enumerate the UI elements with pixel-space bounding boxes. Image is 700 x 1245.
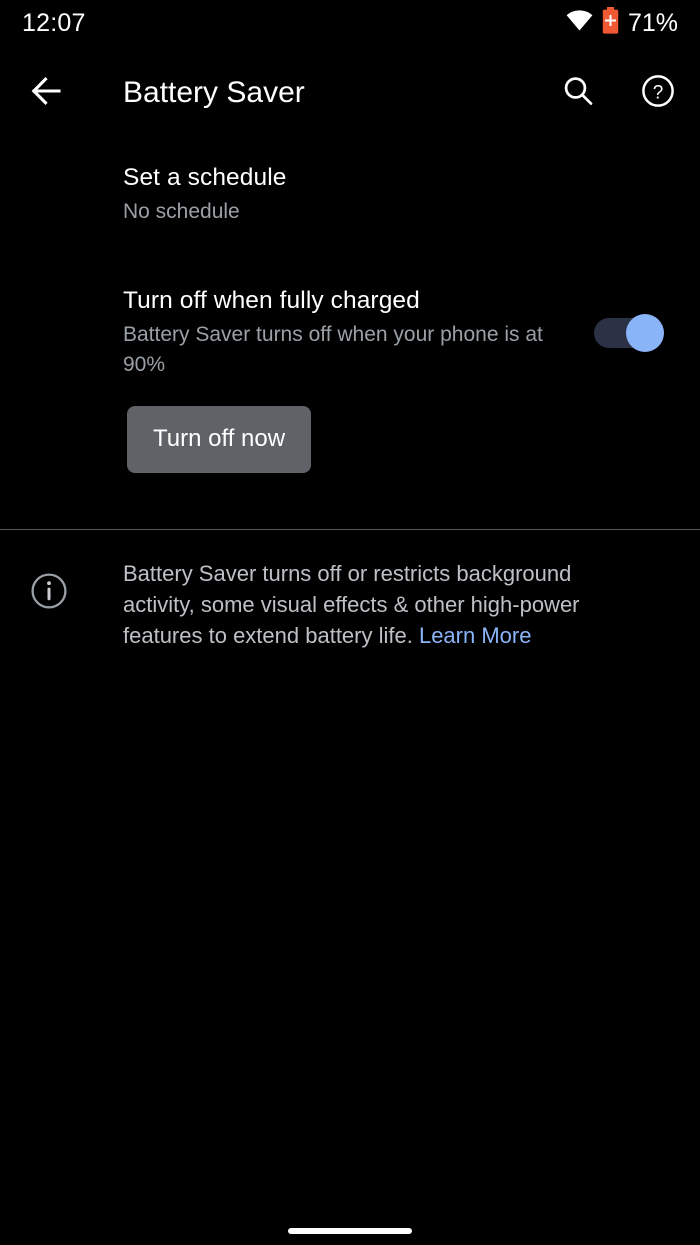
battery-saver-icon <box>602 7 619 39</box>
page-title: Battery Saver <box>123 76 305 109</box>
settings-content: Set a schedule No schedule Turn off when… <box>0 146 700 497</box>
back-arrow-icon <box>31 76 65 111</box>
battery-percentage: 71% <box>627 8 678 37</box>
turn-off-now-button[interactable]: Turn off now <box>127 406 312 474</box>
help-circle-icon: ? <box>641 74 675 113</box>
home-indicator[interactable] <box>288 1228 412 1234</box>
search-button[interactable] <box>552 67 604 119</box>
search-icon <box>562 75 594 112</box>
preference-text: Turn off when fully charged Battery Save… <box>123 285 574 380</box>
toggle-thumb <box>626 313 664 352</box>
wifi-icon <box>566 10 593 36</box>
back-button[interactable] <box>22 67 74 119</box>
battery-saver-screen: 12:07 71% Battery Saver ? Set a schedule… <box>0 0 700 1245</box>
app-bar-actions: ? <box>552 67 684 119</box>
toggle-switch-turn-off-when-fully-charged[interactable] <box>594 312 664 354</box>
footer-info: Battery Saver turns off or restricts bac… <box>0 548 700 652</box>
preference-text: Set a schedule No schedule <box>123 162 676 227</box>
status-bar: 12:07 71% <box>0 0 700 46</box>
section-divider <box>0 529 700 531</box>
preference-title: Set a schedule <box>123 164 287 191</box>
learn-more-link[interactable]: Learn More <box>419 623 532 648</box>
app-bar: Battery Saver ? <box>0 58 700 128</box>
preference-set-a-schedule[interactable]: Set a schedule No schedule <box>0 146 700 243</box>
info-circle-icon <box>26 568 72 614</box>
action-button-row: Turn off now <box>0 396 700 497</box>
help-button[interactable]: ? <box>632 67 684 119</box>
status-icons: 71% <box>566 7 678 39</box>
footer-description: Battery Saver turns off or restricts bac… <box>123 558 638 652</box>
svg-text:?: ? <box>653 82 664 103</box>
status-clock: 12:07 <box>22 8 86 37</box>
preference-summary: No schedule <box>123 200 240 224</box>
preference-turn-off-when-fully-charged[interactable]: Turn off when fully charged Battery Save… <box>0 243 700 396</box>
preference-title: Turn off when fully charged <box>123 287 420 315</box>
preference-summary: Battery Saver turns off when your phone … <box>123 323 543 377</box>
